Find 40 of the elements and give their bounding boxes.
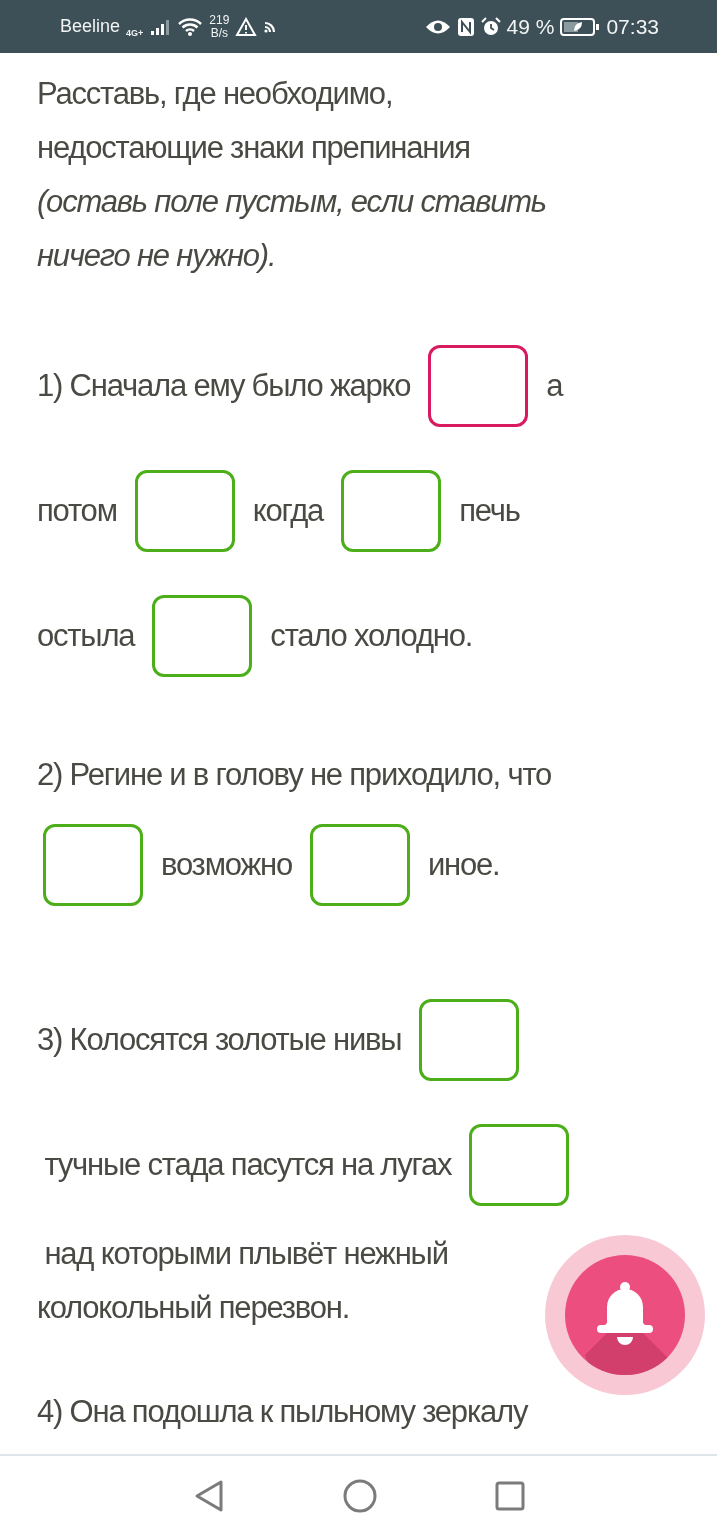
sentence-text: потом — [37, 492, 117, 529]
wifi-icon — [177, 16, 204, 37]
sentence-text: иное. — [427, 846, 500, 883]
sentence-text: возможно — [161, 846, 292, 883]
signal-icon — [149, 17, 172, 36]
battery-icon — [560, 16, 601, 37]
answer-box[interactable] — [419, 998, 520, 1081]
speed-unit: B/s — [210, 26, 228, 40]
sentence-text: над которыми плывёт нежный — [43, 1236, 448, 1272]
home-icon[interactable] — [342, 1479, 377, 1513]
sentence-text: 2) Регине и в голову не приходило, что — [37, 757, 552, 793]
answer-box[interactable] — [134, 469, 235, 552]
sentence-text: тучные стада пасутся на лугах — [43, 1146, 452, 1183]
network-type: 4G+ — [126, 27, 144, 38]
battery-percent: 49 % — [506, 14, 555, 39]
alarm-icon — [480, 16, 501, 37]
answer-box[interactable] — [469, 1123, 570, 1206]
instruction-text: Расставь, где необходимо, недостающие знаки препинания (оставь поле пустым, если ставить ничего не нужно). — [37, 75, 547, 275]
warning-icon — [235, 16, 258, 37]
sentence-text: колокольный перезвон. — [37, 1290, 350, 1326]
nfc-icon — [456, 16, 475, 37]
answer-box[interactable] — [43, 823, 143, 906]
recents-icon[interactable] — [494, 1481, 525, 1511]
speed-value: 219 — [209, 13, 230, 27]
clock-time: 07:33 — [606, 14, 659, 39]
notification-bell-button[interactable] — [545, 1235, 705, 1395]
carrier-name: Beeline — [60, 16, 121, 37]
sentence-text: а — [546, 367, 563, 404]
answer-box[interactable] — [152, 594, 253, 677]
sentence-text: когда — [252, 492, 324, 529]
sentence-text: стало холодно. — [270, 617, 473, 654]
answer-box[interactable] — [341, 469, 442, 552]
sentence-text: 4) Она подошла к пыльному зеркалу — [37, 1394, 528, 1430]
sentence-text: печь — [459, 492, 520, 529]
sentence-text: 3) Колосятся золотые нивы — [37, 1021, 402, 1058]
sentence-text: 1) Сначала ему было жарко — [37, 367, 411, 404]
answer-box[interactable] — [309, 823, 410, 906]
answer-box[interactable] — [428, 344, 529, 427]
sentence-text: остыла — [37, 617, 135, 654]
rss-icon — [263, 19, 278, 34]
